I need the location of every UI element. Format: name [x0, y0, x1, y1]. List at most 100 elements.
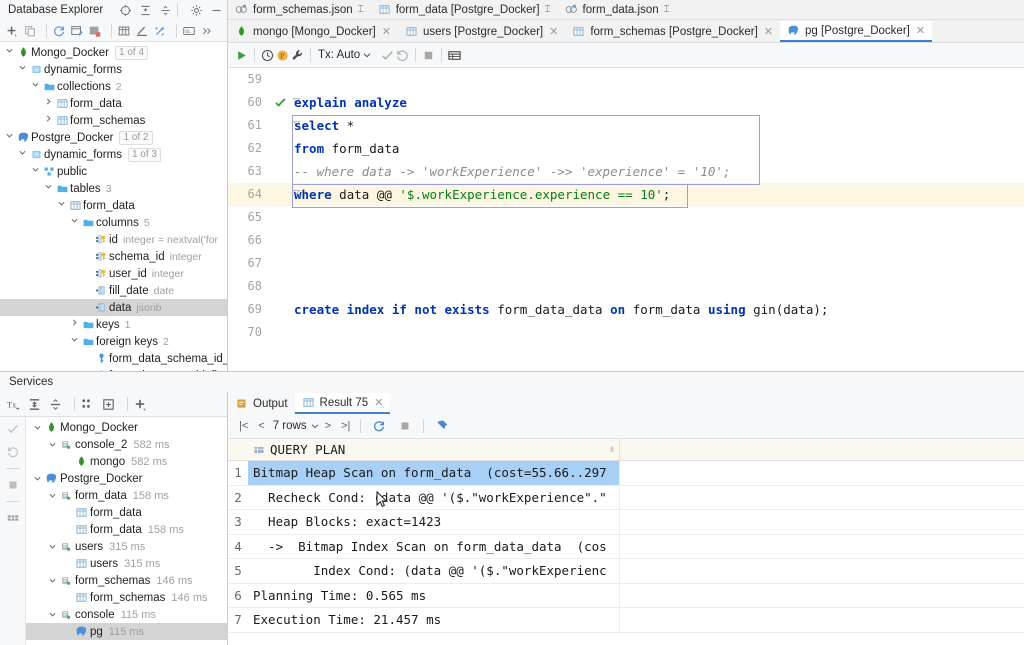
tree-expander-icon[interactable] — [32, 423, 43, 432]
tx-icon[interactable]: Tx — [6, 397, 21, 412]
editor-line[interactable]: 63-- where data -> 'workExperience' ->> … — [228, 160, 1024, 183]
pin-icon[interactable]: ⌶ — [664, 4, 670, 15]
commit-icon[interactable] — [6, 422, 20, 436]
editor-line[interactable]: 70 — [228, 321, 1024, 344]
more-icon[interactable] — [200, 24, 214, 38]
grid-cell-query-plan[interactable]: Bitmap Heap Scan on form_data (cost=55.6… — [248, 461, 620, 485]
grid-row[interactable]: 5 Index Cond: (data @@ '($."workExperien… — [228, 559, 1024, 584]
target-icon[interactable] — [119, 4, 132, 17]
grid-row[interactable]: 3 Heap Blocks: exact=1423 — [228, 510, 1024, 535]
tree-expander-icon[interactable] — [4, 129, 15, 146]
editor-line[interactable]: 68 — [228, 275, 1024, 298]
sql-editor[interactable]: 5960explain analyze61select *62from form… — [228, 68, 1024, 374]
close-icon[interactable]: ✕ — [916, 24, 925, 37]
sort-indicator-icon[interactable]: ⇳ — [609, 444, 615, 455]
db-tree-node-keys[interactable]: keys1 — [0, 316, 227, 333]
pin-icon[interactable]: ⌶ — [545, 4, 551, 15]
console-tab-active[interactable]: pg [Postgre_Docker]✕ — [780, 21, 932, 42]
tree-expander-icon[interactable] — [47, 440, 58, 449]
stop-data-icon[interactable] — [88, 24, 102, 38]
result-tab[interactable]: Output — [228, 393, 295, 414]
tree-expander-icon[interactable] — [69, 316, 80, 333]
grid-row[interactable]: 2 Recheck Cond: (data @@ '($."workExperi… — [228, 486, 1024, 511]
tree-expander-icon[interactable] — [4, 44, 15, 61]
profile-icon[interactable]: P — [275, 48, 290, 63]
db-tree-node-form-data-schema-id-[interactable]: form_data_schema_id_ — [0, 350, 227, 367]
file-tab[interactable]: form_schemas.json⌶ — [228, 0, 371, 19]
service-node-mongo-docker[interactable]: Mongo_Docker — [26, 419, 227, 436]
stop-icon[interactable] — [6, 478, 20, 492]
copy-icon[interactable] — [23, 24, 37, 38]
console-tab[interactable]: users [Postgre_Docker]✕ — [398, 21, 565, 42]
expand-split-icon[interactable] — [159, 4, 172, 17]
editor-line[interactable]: 64where data @@ '$.workExperience.experi… — [228, 183, 1024, 206]
console-icon[interactable]: QL — [182, 24, 196, 38]
pin-icon[interactable]: ⌶ — [358, 4, 364, 15]
database-tree[interactable]: Mongo_Docker1 of 4dynamic_formscollectio… — [0, 42, 227, 371]
close-icon[interactable]: ✕ — [382, 25, 391, 38]
minimize-icon[interactable] — [210, 4, 223, 17]
editor-line[interactable]: 66 — [228, 229, 1024, 252]
grid-cell-query-plan[interactable]: Index Cond: (data @@ '($."workExperienc — [248, 559, 620, 583]
db-tree-node-foreign-keys[interactable]: foreign keys2 — [0, 333, 227, 350]
db-tree-node-columns[interactable]: columns5 — [0, 214, 227, 231]
db-tree-node-dynamic-forms[interactable]: dynamic_forms — [0, 61, 227, 78]
service-node-console[interactable]: console115 ms — [26, 606, 227, 623]
pin-icon[interactable] — [435, 419, 449, 433]
editor-line[interactable]: 59 — [228, 68, 1024, 91]
services-tree[interactable]: Mongo_Dockerconsole_2582 msmongo582 msPo… — [26, 417, 227, 645]
console-tab[interactable]: mongo [Mongo_Docker]✕ — [228, 21, 398, 42]
tree-expander-icon[interactable] — [17, 61, 28, 78]
db-tree-node-form-data[interactable]: form_data — [0, 197, 227, 214]
row-count-label[interactable]: 7 rows — [273, 420, 307, 432]
editor-line[interactable]: 61select * — [228, 114, 1024, 137]
db-tree-node-public[interactable]: public — [0, 163, 227, 180]
prev-page-button[interactable]: < — [258, 420, 264, 432]
collapse-icon[interactable] — [48, 397, 63, 412]
db-tree-node-mongo-docker[interactable]: Mongo_Docker1 of 4 — [0, 44, 227, 61]
editor-line[interactable]: 67 — [228, 252, 1024, 275]
stop-icon[interactable] — [398, 419, 412, 433]
service-node-postgre-docker[interactable]: Postgre_Docker — [26, 470, 227, 487]
db-tree-node-form-schemas[interactable]: form_schemas — [0, 112, 227, 129]
tree-expander-icon[interactable] — [30, 78, 41, 95]
tree-expander-icon[interactable] — [47, 542, 58, 551]
refresh-icon[interactable] — [372, 419, 386, 433]
grid-cell-query-plan[interactable]: Heap Blocks: exact=1423 — [248, 510, 620, 534]
add-icon[interactable] — [133, 397, 148, 412]
tree-expander-icon[interactable] — [43, 95, 54, 112]
grid-row[interactable]: 7Execution Time: 21.457 ms — [228, 608, 1024, 633]
next-page-button[interactable]: > — [325, 420, 331, 432]
grid-icon[interactable] — [6, 511, 20, 525]
file-tab[interactable]: form_data [Postgre_Docker]⌶ — [371, 0, 558, 19]
tree-expander-icon[interactable] — [69, 333, 80, 350]
tree-expander-icon[interactable] — [43, 180, 54, 197]
tx-mode-label[interactable]: Tx: Auto — [318, 49, 360, 61]
first-page-button[interactable]: |< — [239, 420, 248, 432]
add-icon[interactable] — [5, 24, 19, 38]
editor-line[interactable]: 62from form_data — [228, 137, 1024, 160]
results-tab-bar[interactable]: OutputResult 75✕ — [228, 392, 1024, 414]
group-icon[interactable] — [80, 397, 95, 412]
grid-cell-query-plan[interactable]: -> Bitmap Index Scan on form_data_data (… — [248, 535, 620, 559]
service-node-form-data[interactable]: form_data158 ms — [26, 487, 227, 504]
grid-row[interactable]: 4 -> Bitmap Index Scan on form_data_data… — [228, 535, 1024, 560]
close-icon[interactable]: ✕ — [549, 25, 558, 38]
chevron-down-icon[interactable] — [310, 421, 320, 431]
db-tree-node-data[interactable]: datajsonb — [0, 299, 227, 316]
rollback-icon[interactable] — [6, 445, 20, 459]
tree-expander-icon[interactable] — [32, 474, 43, 483]
tree-expander-icon[interactable] — [30, 163, 41, 180]
wrench-icon[interactable] — [290, 48, 305, 63]
db-tree-node-user-id[interactable]: user_idinteger — [0, 265, 227, 282]
grid-cell-query-plan[interactable]: Execution Time: 21.457 ms — [248, 608, 620, 632]
data-grid-icon[interactable] — [447, 48, 462, 63]
tree-expander-icon[interactable] — [17, 146, 28, 163]
tree-expander-icon[interactable] — [69, 214, 80, 231]
result-tab-active[interactable]: Result 75✕ — [295, 393, 391, 414]
query-plan-grid[interactable]: QUERY PLAN⇳1Bitmap Heap Scan on form_dat… — [228, 439, 1024, 645]
db-tree-node-dynamic-forms[interactable]: dynamic_forms1 of 3 — [0, 146, 227, 163]
commit-icon[interactable] — [380, 48, 395, 63]
grid-cell-query-plan[interactable]: Recheck Cond: (data @@ '($."workExperien… — [248, 486, 620, 510]
console-tab[interactable]: form_schemas [Postgre_Docker]✕ — [565, 21, 780, 42]
